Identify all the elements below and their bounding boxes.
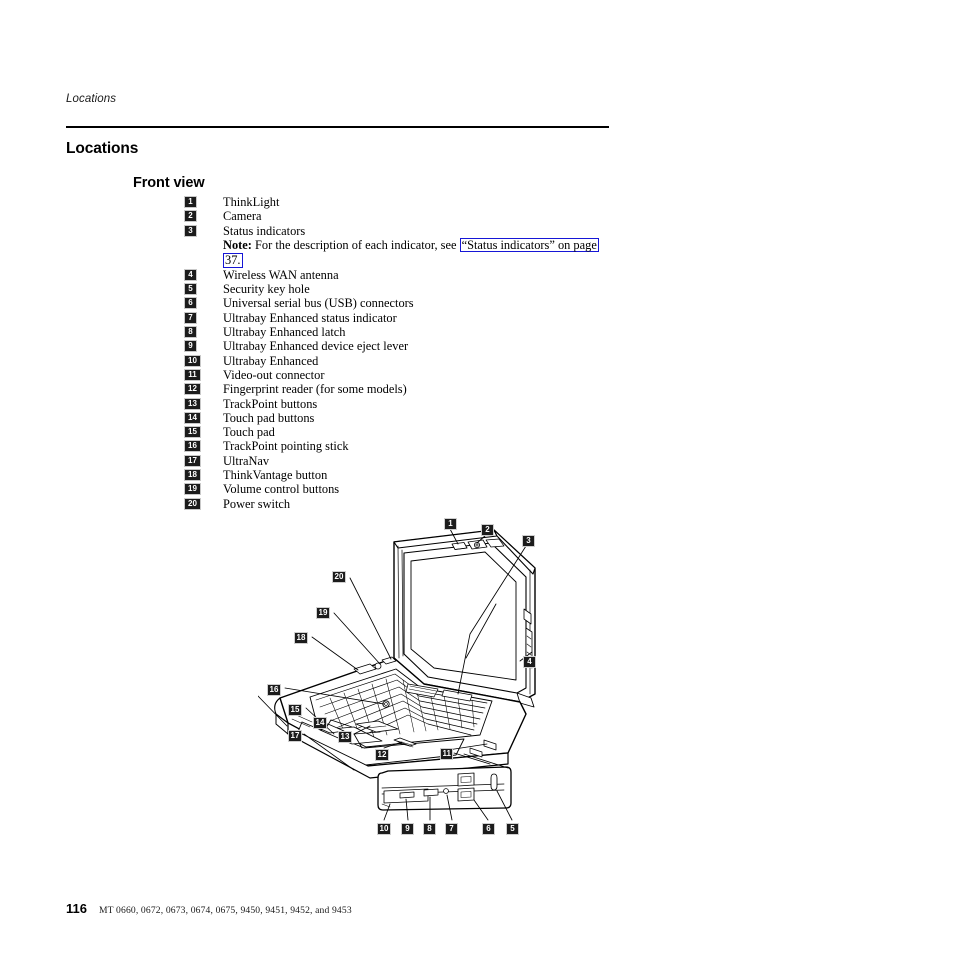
parts-list-item: 2 Camera	[184, 209, 614, 223]
part-label: Touch pad	[223, 425, 275, 440]
part-label: ThinkVantage button	[223, 468, 328, 483]
figure-callout-16: 16	[267, 684, 281, 696]
section-title: Front view	[133, 175, 205, 192]
callout-badge-10: 10	[184, 354, 201, 367]
part-label: Camera	[223, 209, 262, 224]
parts-list-item: 1 ThinkLight	[184, 195, 614, 209]
header-rule	[66, 126, 609, 128]
parts-list: 1 ThinkLight 2 Camera 3 Status indicators Note…	[184, 195, 614, 511]
page-title: Locations	[66, 140, 139, 158]
part-label: TrackPoint buttons	[223, 396, 318, 411]
note-keyword: Note:	[223, 237, 252, 252]
parts-list-item: 18 ThinkVantage button	[184, 468, 614, 482]
callout-badge-16: 16	[184, 440, 201, 453]
figure-callout-2: 2	[481, 524, 494, 536]
parts-list-item: 8 Ultrabay Enhanced latch	[184, 325, 614, 339]
part-label: UltraNav	[223, 453, 270, 468]
callout-badge-13: 13	[184, 397, 201, 410]
parts-list-item: 6 Universal serial bus (USB) connectors	[184, 296, 614, 310]
callout-badge-9: 9	[184, 340, 197, 353]
figure-callout-17: 17	[288, 730, 302, 742]
part-label: Ultrabay Enhanced latch	[223, 325, 346, 340]
figure-callout-6: 6	[482, 823, 495, 835]
running-header: Locations	[66, 93, 117, 105]
callout-badge-20: 20	[184, 497, 201, 510]
parts-list-item: 16 TrackPoint pointing stick	[184, 439, 614, 453]
laptop-illustration	[258, 528, 536, 821]
part-label: ThinkLight	[223, 195, 280, 209]
figure-callout-4: 4	[523, 656, 536, 668]
part-label: Ultrabay Enhanced status indicator	[223, 310, 397, 325]
parts-list-item: 9 Ultrabay Enhanced device eject lever	[184, 339, 614, 353]
callout-badge-5: 5	[184, 283, 197, 296]
part-label: Volume control buttons	[223, 482, 340, 497]
part-label: Fingerprint reader (for some models)	[223, 382, 407, 397]
front-view-figure: 1 2 3 4 5 6 7 8 9 10 11 12 13 14 15 16 17 18 19 20	[258, 508, 578, 843]
parts-list-item: 4 Wireless WAN antenna	[184, 268, 614, 282]
status-indicators-note: Note: For the description of each indica…	[184, 237, 653, 268]
part-label: Status indicators	[223, 223, 306, 238]
figure-callout-12: 12	[375, 749, 389, 761]
callout-badge-8: 8	[184, 326, 197, 339]
part-label: Video-out connector	[223, 367, 325, 382]
parts-list-item: 17 UltraNav	[184, 454, 614, 468]
figure-callout-18: 18	[294, 632, 308, 644]
status-indicators-crossref-page[interactable]: 37.	[223, 253, 243, 268]
figure-callout-7: 7	[445, 823, 458, 835]
callout-badge-2: 2	[184, 210, 197, 223]
part-label: Touch pad buttons	[223, 410, 315, 425]
figure-callout-5: 5	[506, 823, 519, 835]
callout-badge-19: 19	[184, 483, 201, 496]
callout-badge-15: 15	[184, 426, 201, 439]
figure-callout-11: 11	[440, 748, 454, 760]
callout-badge-1: 1	[184, 196, 197, 208]
callout-badge-14: 14	[184, 411, 201, 424]
parts-list-item: 10 Ultrabay Enhanced	[184, 354, 614, 368]
document-page: Locations Locations Front view 1 ThinkLig…	[0, 0, 954, 954]
parts-list-item: 3 Status indicators	[184, 224, 614, 238]
parts-list-item: 15 Touch pad	[184, 425, 614, 439]
callout-badge-18: 18	[184, 469, 201, 482]
callout-badge-7: 7	[184, 311, 197, 324]
page-footer: 116 MT 0660, 0672, 0673, 0674, 0675, 945…	[66, 901, 352, 916]
figure-callout-10: 10	[377, 823, 391, 835]
figure-callout-8: 8	[423, 823, 436, 835]
parts-list-item: 7 Ultrabay Enhanced status indicator	[184, 311, 614, 325]
callout-badge-3: 3	[184, 224, 197, 237]
parts-list-item: 5 Security key hole	[184, 282, 614, 296]
callout-badge-11: 11	[184, 368, 201, 381]
figure-callout-19: 19	[316, 607, 330, 619]
figure-callout-9: 9	[401, 823, 414, 835]
parts-list-item: 11 Video-out connector	[184, 368, 614, 382]
figure-callout-13: 13	[338, 731, 352, 743]
part-label: TrackPoint pointing stick	[223, 439, 349, 454]
part-label: Ultrabay Enhanced	[223, 353, 319, 368]
part-label: Ultrabay Enhanced device eject lever	[223, 339, 409, 354]
part-label: Wireless WAN antenna	[223, 267, 339, 282]
status-indicators-crossref-link[interactable]: “Status indicators” on page	[459, 237, 599, 253]
figure-callout-20: 20	[332, 571, 346, 583]
part-label: Universal serial bus (USB) connectors	[223, 296, 414, 311]
parts-list-item: 12 Fingerprint reader (for some models)	[184, 382, 614, 396]
callout-badge-12: 12	[184, 383, 201, 396]
callout-badge-17: 17	[184, 454, 201, 467]
parts-list-item: 14 Touch pad buttons	[184, 411, 614, 425]
figure-callout-15: 15	[288, 704, 302, 716]
callout-badge-4: 4	[184, 268, 197, 281]
figure-callout-14: 14	[313, 717, 327, 729]
note-text: For the description of each indicator, s…	[255, 237, 457, 252]
page-number: 116	[66, 901, 87, 916]
parts-list-item: 19 Volume control buttons	[184, 482, 614, 496]
part-label: Security key hole	[223, 282, 310, 297]
parts-list-item: 13 TrackPoint buttons	[184, 397, 614, 411]
figure-callout-1: 1	[444, 518, 457, 530]
machine-type-list: MT 0660, 0672, 0673, 0674, 0675, 9450, 9…	[98, 905, 352, 916]
figure-callout-3: 3	[522, 535, 535, 547]
callout-badge-6: 6	[184, 297, 197, 310]
